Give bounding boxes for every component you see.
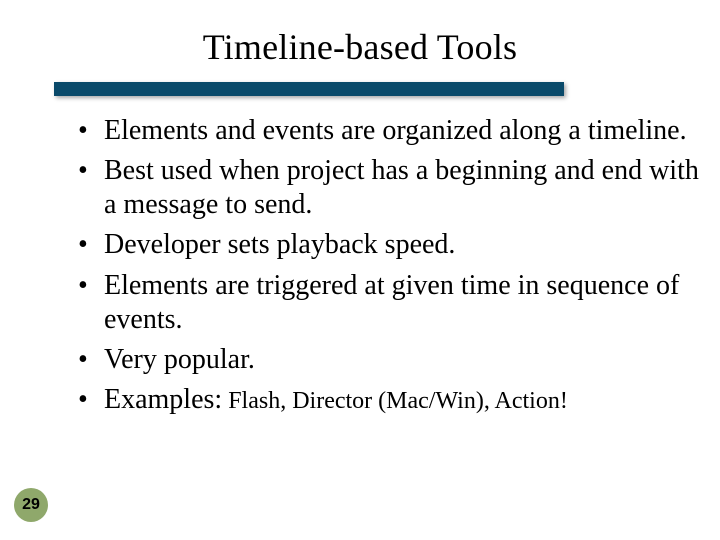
bullet-list: Elements and events are organized along … (74, 114, 702, 417)
page-number-badge: 29 (14, 488, 48, 522)
list-item: Developer sets playback speed. (74, 228, 702, 262)
examples-tail: Flash, Director (Mac/Win), Action! (222, 388, 568, 414)
page-number: 29 (22, 496, 40, 514)
slide-title: Timeline-based Tools (203, 27, 517, 67)
examples-label: Examples: (104, 384, 222, 415)
list-item: Elements and events are organized along … (74, 114, 702, 148)
list-item: Best used when project has a beginning a… (74, 154, 702, 222)
list-item-examples: Examples: Flash, Director (Mac/Win), Act… (74, 383, 702, 417)
list-item: Elements are triggered at given time in … (74, 269, 702, 337)
title-wrap: Timeline-based Tools (0, 26, 720, 68)
list-item: Very popular. (74, 343, 702, 377)
slide: Timeline-based Tools Elements and events… (0, 0, 720, 540)
slide-body: Elements and events are organized along … (74, 114, 702, 423)
title-underline-bar (54, 82, 564, 96)
